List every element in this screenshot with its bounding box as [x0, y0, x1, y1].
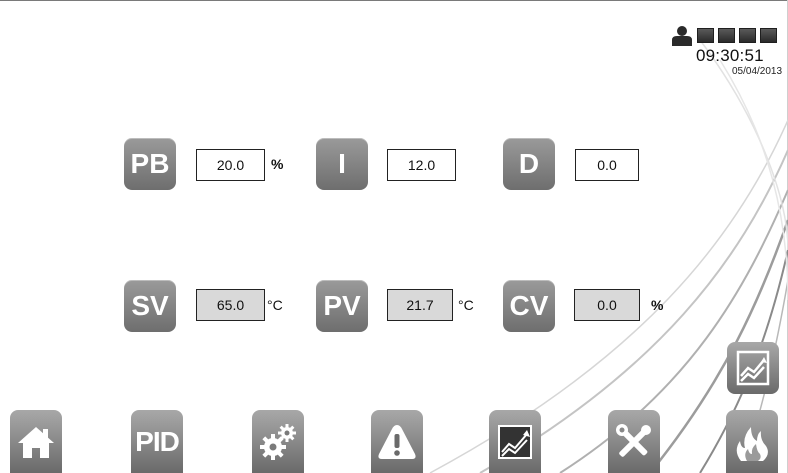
clock-date: 05/04/2013 [732, 66, 783, 77]
pv-unit: °C [458, 297, 474, 313]
nav-pid-label: PID [135, 425, 180, 457]
pb-label-tile: PB [124, 138, 176, 190]
sv-input[interactable]: 65.0 [196, 289, 265, 321]
i-input[interactable]: 12.0 [387, 149, 456, 181]
trend-chart-icon [736, 350, 770, 386]
flame-icon [736, 426, 768, 461]
nav-alarm-button[interactable] [371, 410, 423, 473]
pb-unit: % [271, 156, 284, 172]
nav-trend-button[interactable] [489, 410, 541, 473]
i-label-tile: I [316, 138, 368, 190]
gears-icon [260, 423, 296, 460]
clock-time: 09:30:51 [696, 46, 764, 65]
sv-unit: °C [267, 297, 283, 313]
nav-fire-button[interactable] [726, 410, 778, 473]
nav-home-button[interactable] [10, 410, 62, 473]
status-indicator-4 [760, 28, 777, 43]
user-icon[interactable] [671, 26, 693, 46]
status-indicators [697, 28, 777, 43]
nav-tools-button[interactable] [608, 410, 660, 473]
d-input[interactable]: 0.0 [575, 149, 639, 181]
status-indicator-2 [718, 28, 735, 43]
pb-input[interactable]: 20.0 [196, 149, 265, 181]
background-swoosh [429, 39, 788, 473]
home-icon [18, 426, 54, 458]
cv-unit: % [651, 297, 664, 313]
sv-label-tile: SV [124, 280, 176, 332]
nav-settings-button[interactable] [252, 410, 304, 473]
status-indicator-3 [739, 28, 756, 43]
alert-icon [378, 424, 416, 459]
trend-chart-icon [498, 424, 532, 459]
pv-label-tile: PV [316, 280, 368, 332]
cv-value: 0.0 [574, 289, 640, 321]
status-indicator-1 [697, 28, 714, 43]
tools-icon [616, 423, 651, 457]
cv-label-tile: CV [503, 280, 555, 332]
d-label-tile: D [503, 138, 555, 190]
trend-shortcut-button[interactable] [727, 342, 779, 394]
nav-pid-button[interactable]: PID [131, 410, 183, 473]
pv-value: 21.7 [387, 289, 453, 321]
hmi-screen: 09:30:51 05/04/2013 PB 20.0 % I 12.0 D 0… [0, 0, 788, 473]
